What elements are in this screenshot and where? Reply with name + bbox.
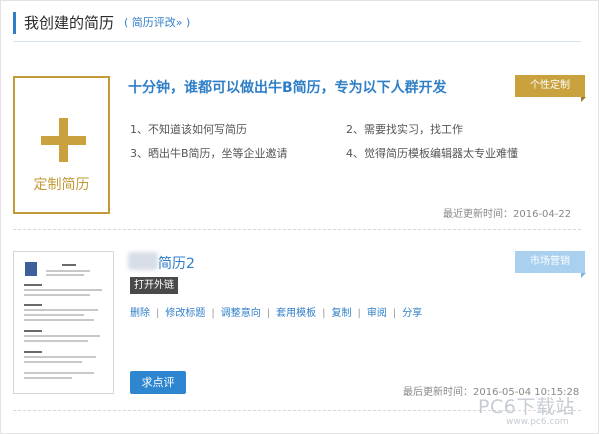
thumbnail-line <box>24 356 96 358</box>
thumbnail-line <box>24 351 42 353</box>
card-divider <box>13 229 581 230</box>
request-review-button[interactable]: 求点评 <box>130 371 186 394</box>
copy-link[interactable]: 复制 <box>332 308 352 319</box>
feature-item: 3、晒出牛B简历，坐等企业邀请 <box>130 147 288 160</box>
promo-title: 十分钟，谁都可以做出牛B简历，专为以下人群开发 <box>128 80 447 96</box>
action-separator: | <box>266 308 271 319</box>
watermark-brand: PC6下载站 <box>478 396 575 418</box>
page-title: 我创建的简历 <box>24 14 115 32</box>
plus-icon-bar <box>41 136 86 145</box>
header-accent-bar <box>13 12 16 34</box>
feature-item: 2、需要找实习，找工作 <box>346 123 463 136</box>
resume-review-link[interactable]: ( 简历评改» ) <box>124 15 190 31</box>
thumbnail-line <box>24 372 94 374</box>
action-separator: | <box>211 308 215 319</box>
action-separator: | <box>156 308 160 319</box>
thumbnail-line <box>24 284 42 286</box>
action-separator: | <box>357 308 361 319</box>
watermark-url: www.pc6.com <box>506 417 569 427</box>
edit-title-link[interactable]: 修改标题 <box>165 308 205 319</box>
thumbnail-line <box>24 361 82 363</box>
thumbnail-line <box>24 377 72 379</box>
thumbnail-line <box>24 314 84 316</box>
blurred-name <box>128 252 158 270</box>
thumbnail-line <box>62 264 76 266</box>
thumbnail-line <box>24 304 42 306</box>
apply-template-link[interactable]: 套用模板 <box>276 308 316 319</box>
feature-item: 1、不知道该如何写简历 <box>130 123 247 136</box>
custom-updated-time: 最近更新时间：2016-04-22 <box>443 209 572 220</box>
resume-title[interactable]: 简历2 <box>158 253 195 273</box>
thumbnail-line <box>24 340 88 342</box>
thumbnail-line <box>24 309 98 311</box>
thumbnail-line <box>24 289 102 291</box>
thumbnail-line <box>24 335 100 337</box>
resume-thumbnail[interactable] <box>13 251 114 394</box>
feature-item: 4、觉得简历模板编辑器太专业难懂 <box>346 147 518 160</box>
thumbnail-line <box>24 330 42 332</box>
share-link[interactable]: 分享 <box>402 308 422 319</box>
category-tag-badge: 市场营销 <box>515 251 586 278</box>
action-separator: | <box>322 308 326 319</box>
open-external-link-button[interactable]: 打开外链 <box>130 277 178 294</box>
thumbnail-line <box>24 294 90 296</box>
delete-link[interactable]: 删除 <box>130 308 150 319</box>
review-link[interactable]: 审阅 <box>367 308 387 319</box>
custom-resume-button[interactable]: 定制简历 <box>13 76 110 214</box>
custom-resume-label: 定制简历 <box>33 177 90 193</box>
thumbnail-line <box>24 319 94 321</box>
action-separator: | <box>392 308 397 319</box>
header-divider <box>13 41 581 42</box>
resume-action-bar: 删除 | 修改标题 | 调整意向 | 套用模板 | 复制 | 审阅 | 分享 <box>130 304 422 319</box>
custom-tag-badge: 个性定制 <box>515 75 586 102</box>
thumbnail-line <box>46 274 84 276</box>
thumbnail-line <box>46 270 90 272</box>
adjust-intention-link[interactable]: 调整意向 <box>221 308 261 319</box>
thumbnail-photo <box>25 262 37 276</box>
